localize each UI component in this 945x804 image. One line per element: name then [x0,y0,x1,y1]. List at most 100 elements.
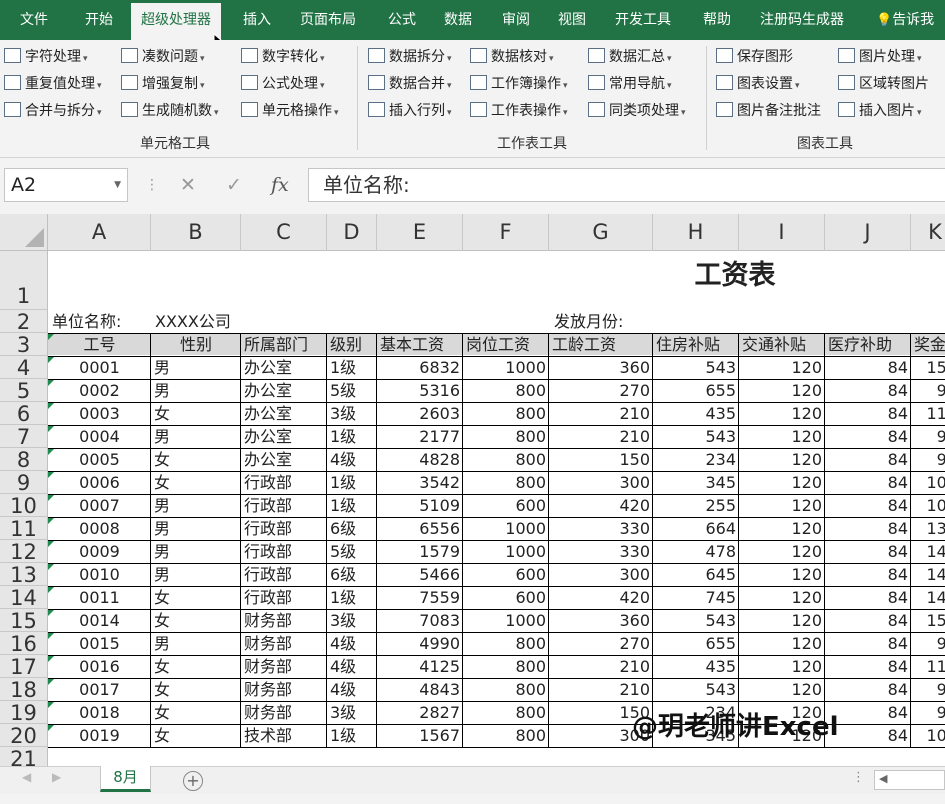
scroll-right-icon[interactable]: ▶ [52,770,61,784]
row-header-5[interactable]: 5 [0,379,48,403]
table-cell[interactable]: 4828 [377,448,463,471]
table-cell[interactable]: 女 [151,402,241,425]
table-cell[interactable]: 84 [825,402,911,425]
select-all-corner[interactable] [0,214,48,251]
table-cell[interactable]: 543 [653,609,739,632]
ribbon-button-range-to-image[interactable]: 区域转图片 [838,73,929,95]
table-cell[interactable]: 财务部 [241,632,327,655]
table-cell[interactable]: 1级 [327,494,377,517]
table-cell[interactable]: 600 [463,494,549,517]
tab-page-layout[interactable]: 页面布局 [300,0,356,40]
more-sheets-icon[interactable]: ⋮ [852,770,865,785]
table-cell[interactable]: 138 [911,517,945,540]
sheet-title[interactable]: 工资表 [600,256,870,296]
table-cell[interactable]: 办公室 [241,379,327,402]
table-cell[interactable]: 800 [463,655,549,678]
table-cell[interactable]: 办公室 [241,356,327,379]
row-header-20[interactable]: 20 [0,724,48,748]
table-cell[interactable]: 210 [549,678,653,701]
tab-developer[interactable]: 开发工具 [615,0,671,40]
table-cell[interactable]: 1级 [327,586,377,609]
table-cell[interactable]: 男 [151,494,241,517]
table-cell[interactable]: 1级 [327,724,377,747]
table-cell[interactable]: 84 [825,678,911,701]
table-cell[interactable]: 140 [911,540,945,563]
table-cell[interactable]: 4级 [327,678,377,701]
ribbon-button-random-number[interactable]: 生成随机数 ▾ [121,100,219,122]
row-header-10[interactable]: 10 [0,494,48,518]
tab-super-processor[interactable]: 超级处理器 [131,3,221,40]
table-cell[interactable]: 435 [653,402,739,425]
fx-icon[interactable]: fx [271,168,289,202]
table-cell[interactable]: 655 [653,379,739,402]
table-cell[interactable]: 84 [825,425,911,448]
add-sheet-icon[interactable]: + [183,771,203,791]
column-header-a[interactable]: A [48,214,151,251]
table-cell[interactable]: 5级 [327,540,377,563]
table-cell[interactable]: 120 [739,563,825,586]
table-cell[interactable]: 255 [653,494,739,517]
row-header-18[interactable]: 18 [0,678,48,702]
scroll-left-icon[interactable]: ◀ [22,770,31,784]
table-cell[interactable]: 478 [653,540,739,563]
table-cell[interactable]: 0007 [48,494,151,517]
table-cell[interactable]: 300 [549,471,653,494]
table-cell[interactable]: 0006 [48,471,151,494]
table-cell[interactable]: 95 [911,632,945,655]
table-cell[interactable]: 0015 [48,632,151,655]
horizontal-scrollbar[interactable]: ◀ [874,770,945,790]
scroll-left-arrow-icon[interactable]: ◀ [879,772,887,785]
row-header-3[interactable]: 3 [0,333,48,357]
table-cell[interactable]: 330 [549,517,653,540]
table-cell[interactable]: 女 [151,609,241,632]
table-cell[interactable]: 行政部 [241,517,327,540]
table-cell[interactable]: 97 [911,448,945,471]
ribbon-button-cell-operation[interactable]: 单元格操作 ▾ [241,100,339,122]
table-cell[interactable]: 84 [825,471,911,494]
table-cell[interactable]: 1000 [463,540,549,563]
ribbon-button-chart-settings[interactable]: 图表设置 ▾ [716,73,800,95]
ribbon-button-workbook[interactable]: 工作簿操作 ▾ [470,73,568,95]
ribbon-button-merge-split[interactable]: 合并与拆分 ▾ [4,100,102,122]
table-cell[interactable]: 7559 [377,586,463,609]
table-cell[interactable]: 0002 [48,379,151,402]
table-cell[interactable]: 97 [911,701,945,724]
table-cell[interactable]: 男 [151,379,241,402]
table-cell[interactable]: 600 [463,563,549,586]
tab-keygen[interactable]: 注册码生成器 [760,0,844,40]
table-cell[interactable]: 女 [151,471,241,494]
table-cell[interactable]: 0001 [48,356,151,379]
ribbon-button-worksheet[interactable]: 工作表操作 ▾ [470,100,568,122]
table-header-cell[interactable]: 所属部门 [241,333,327,356]
table-cell[interactable]: 1级 [327,356,377,379]
table-cell[interactable]: 3级 [327,701,377,724]
column-header-c[interactable]: C [241,214,327,251]
column-header-b[interactable]: B [151,214,241,251]
table-cell[interactable]: 120 [739,425,825,448]
table-cell[interactable]: 800 [463,471,549,494]
table-cell[interactable]: 210 [549,402,653,425]
table-cell[interactable]: 5级 [327,379,377,402]
table-cell[interactable]: 财务部 [241,701,327,724]
table-cell[interactable]: 2603 [377,402,463,425]
row-header-8[interactable]: 8 [0,448,48,472]
table-cell[interactable]: 女 [151,724,241,747]
row-header-4[interactable]: 4 [0,356,48,380]
row-header-13[interactable]: 13 [0,563,48,587]
table-cell[interactable]: 4990 [377,632,463,655]
table-cell[interactable]: 120 [739,678,825,701]
table-cell[interactable]: 3542 [377,471,463,494]
table-header-cell[interactable]: 级别 [327,333,377,356]
table-cell[interactable]: 行政部 [241,494,327,517]
table-cell[interactable]: 2177 [377,425,463,448]
table-cell[interactable]: 1000 [463,517,549,540]
table-cell[interactable]: 84 [825,379,911,402]
table-cell[interactable]: 财务部 [241,609,327,632]
ribbon-button-data-summary[interactable]: 数据汇总 ▾ [588,46,672,68]
table-cell[interactable]: 120 [739,540,825,563]
table-cell[interactable]: 男 [151,356,241,379]
table-cell[interactable]: 120 [739,655,825,678]
table-cell[interactable]: 行政部 [241,563,327,586]
table-cell[interactable]: 办公室 [241,425,327,448]
table-cell[interactable]: 157 [911,609,945,632]
